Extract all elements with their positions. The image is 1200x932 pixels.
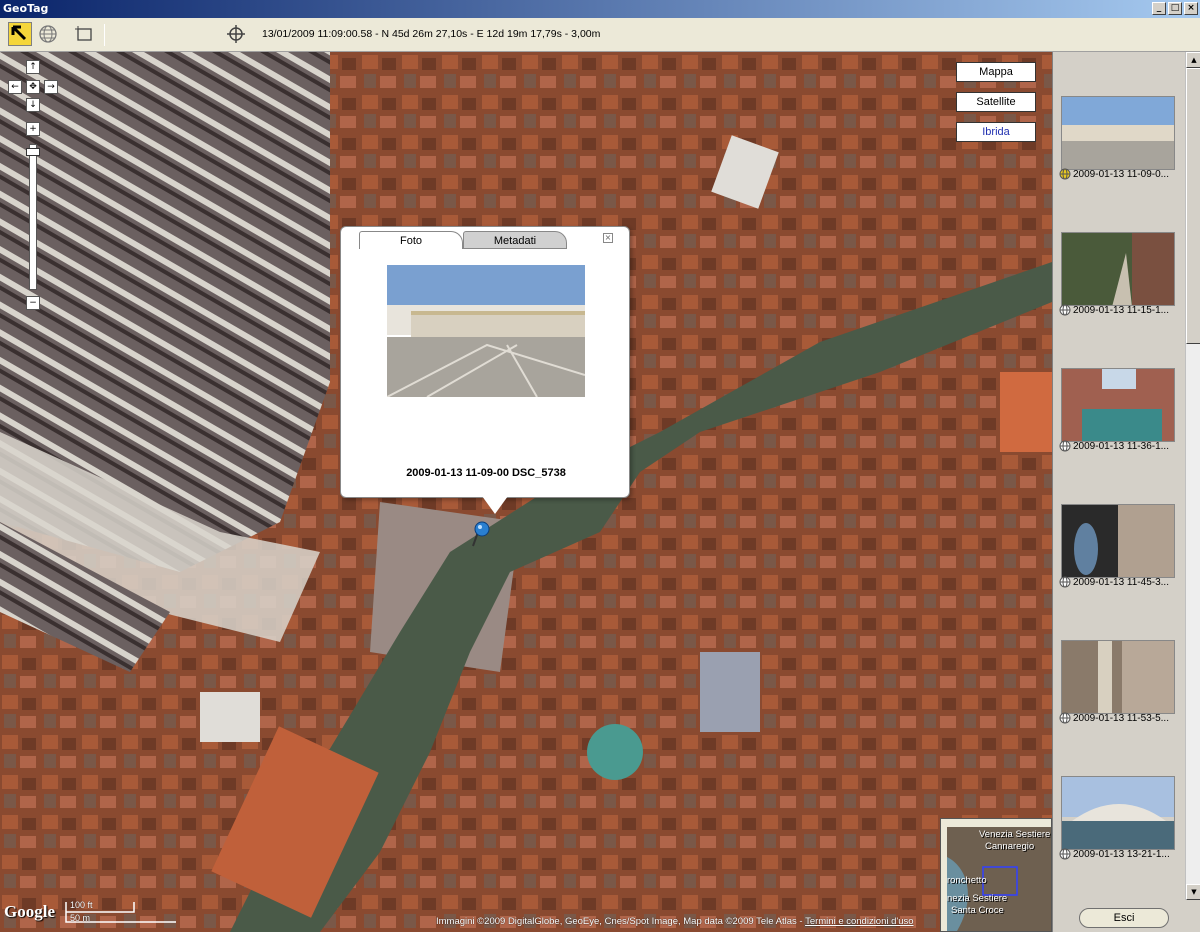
map-attribution: Immagini ©2009 DigitalGlobe, GeoEye, Cne… (436, 916, 914, 927)
frame-icon (75, 26, 92, 41)
toolbar: 13/01/2009 11:09:00.58 - N 45d 26m 27,10… (0, 18, 1200, 52)
zoom-in-button[interactable]: + (26, 122, 40, 136)
map-type-satellite-button[interactable]: Satellite (956, 92, 1036, 112)
popup-photo (387, 265, 585, 397)
center-position-button[interactable] (224, 22, 248, 46)
title-bar: GeoTag _ □ × (0, 0, 1200, 18)
pan-center-button[interactable]: ✥ (26, 80, 40, 94)
overview-label-5: Santa Croce (951, 905, 1004, 916)
overview-label-1: Venezia Sestiere (979, 829, 1051, 840)
thumbnail-item[interactable]: 2009-01-13 11-09-0... (1057, 92, 1181, 222)
photo-info-popup: Metadati Foto × 2009-01-13 11-09-00 DSC_… (340, 226, 630, 498)
toolbar-separator (104, 24, 105, 46)
popup-caption: 2009-01-13 11-09-00 DSC_5738 (406, 467, 566, 479)
zoom-slider-thumb[interactable] (26, 148, 40, 156)
thumbnail-list[interactable]: 2009-01-13 11-09-0... 2009-01-13 11-15-1… (1053, 52, 1185, 900)
window-title: GeoTag (3, 2, 49, 15)
scroll-thumb[interactable] (1186, 68, 1200, 344)
globe-icon (1059, 440, 1071, 452)
zoom-slider-track[interactable] (29, 144, 37, 290)
tab-metadati[interactable]: Metadati (463, 231, 567, 249)
thumbnail-item[interactable]: 2009-01-13 11-15-1... (1057, 228, 1181, 358)
thumbnail-image (1061, 776, 1175, 850)
zoom-out-button[interactable]: − (26, 296, 40, 310)
geotagged-globe-icon (1059, 168, 1071, 180)
pan-down-button[interactable]: ↓ (26, 98, 40, 112)
thumbnail-image (1061, 96, 1175, 170)
thumbnail-item[interactable]: 2009-01-13 11-36-1... (1057, 364, 1181, 494)
crosshair-icon (227, 25, 245, 43)
pan-right-button[interactable]: → (44, 80, 58, 94)
pan-left-button[interactable]: ← (8, 80, 22, 94)
globe-icon (1059, 712, 1071, 724)
popup-tail (482, 496, 508, 514)
exit-button[interactable]: Esci (1079, 908, 1169, 928)
thumbnail-label: 2009-01-13 11-15-1... (1073, 304, 1169, 316)
thumbnail-label: 2009-01-13 11-36-1... (1073, 440, 1169, 452)
thumbnail-label: 2009-01-13 11-45-3... (1073, 576, 1169, 588)
popup-close-icon[interactable]: × (603, 233, 613, 243)
thumbnail-image (1061, 232, 1175, 306)
map-type-mappa-button[interactable]: Mappa (956, 62, 1036, 82)
thumbnail-image (1061, 504, 1175, 578)
coordinates-readout: 13/01/2009 11:09:00.58 - N 45d 26m 27,10… (262, 28, 601, 40)
pan-up-button[interactable]: ↑ (26, 60, 40, 74)
scale-top-label: 100 ft (70, 900, 93, 910)
select-arrow-icon (11, 25, 27, 41)
terms-link[interactable]: Termini e condizioni d'uso (805, 916, 913, 927)
globe-tool-button[interactable] (36, 22, 60, 46)
thumbnail-item[interactable]: 2009-01-13 11-53-5... (1057, 636, 1181, 766)
overview-label-4: nezia Sestiere (947, 893, 1008, 904)
scroll-up-button[interactable]: ▲ (1186, 52, 1200, 68)
frame-tool-button[interactable] (72, 22, 96, 46)
globe-icon (39, 25, 57, 43)
map-type-ibrida-button[interactable]: Ibrida (956, 122, 1036, 142)
location-pin-icon[interactable] (470, 520, 494, 550)
scale-bottom-label: 50 m (70, 913, 91, 923)
thumbnail-sidebar: 2009-01-13 11-09-0... 2009-01-13 11-15-1… (1052, 52, 1200, 932)
globe-icon (1059, 304, 1071, 316)
thumbnail-image (1061, 640, 1175, 714)
select-tool-button[interactable] (8, 22, 32, 46)
thumbnail-item[interactable]: 2009-01-13 11-45-3... (1057, 500, 1181, 630)
google-logo: Google (4, 902, 55, 921)
overview-label-3: ronchetto (947, 875, 987, 886)
thumbnail-image (1061, 368, 1175, 442)
globe-icon (1059, 576, 1071, 588)
maximize-button[interactable]: □ (1168, 2, 1182, 15)
minimize-button[interactable]: _ (1152, 2, 1166, 15)
thumbnail-label: 2009-01-13 11-53-5... (1073, 712, 1169, 724)
thumbnail-label: 2009-01-13 13-21-1... (1073, 848, 1170, 860)
close-button[interactable]: × (1184, 2, 1198, 15)
overview-label-2: Cannaregio (985, 841, 1035, 852)
globe-icon (1059, 848, 1071, 860)
overview-map[interactable]: Venezia Sestiere Cannaregio ronchetto ne… (940, 818, 1052, 932)
scale-bar: 100 ft 50 m (64, 900, 178, 926)
thumbnail-item[interactable]: 2009-01-13 13-21-1... (1057, 772, 1181, 900)
scroll-down-button[interactable]: ▼ (1186, 884, 1200, 900)
thumbnail-label: 2009-01-13 11-09-0... (1073, 168, 1169, 180)
thumbnail-scrollbar[interactable]: ▲ ▼ (1185, 52, 1200, 900)
tab-foto[interactable]: Foto (359, 231, 463, 249)
